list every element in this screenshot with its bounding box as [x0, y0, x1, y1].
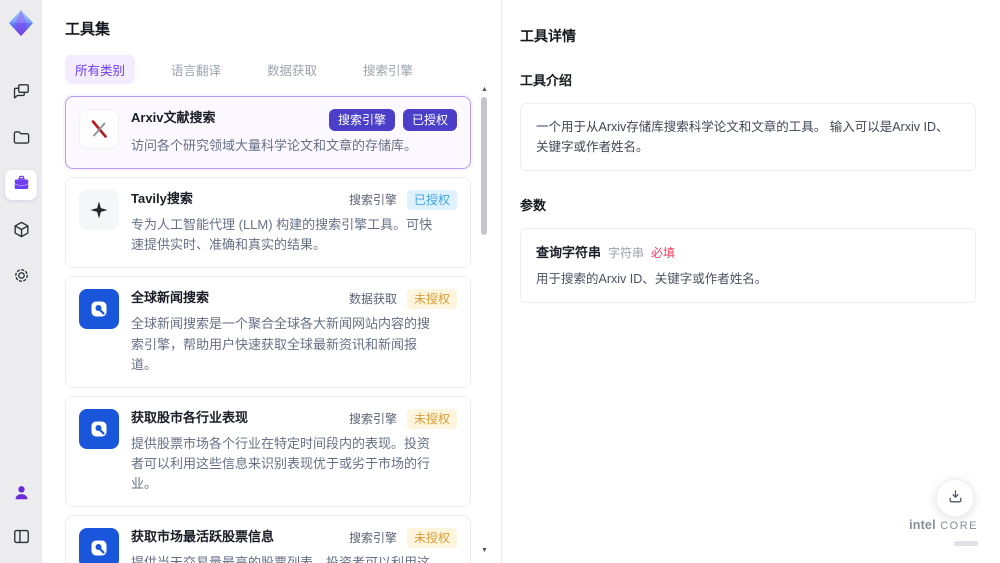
tool-badges: 数据获取 未授权 [341, 289, 457, 310]
category-badge: 搜索引擎 [328, 109, 395, 131]
tool-card-body: 获取股市各行业表现 搜索引擎 未授权提供股票市场各个行业在特定时间段内的表现。投资者… [131, 408, 457, 494]
tool-name: 获取市场最活跃股票信息 [131, 529, 275, 545]
tool-description: 提供股票市场各个行业在特定时间段内的表现。投资者可以利用这些信息来识别表现优于或… [131, 435, 431, 492]
sidebar-nav [5, 78, 37, 292]
tool-description: 提供当天交易量最高的股票列表，投资者可以利用这些信息来识别流动性强的股票和潜在的… [131, 555, 431, 563]
category-tab-0[interactable]: 所有类别 [65, 55, 136, 84]
cube-icon [12, 220, 31, 242]
params-section-title: 参数 [520, 198, 547, 213]
download-button[interactable] [936, 479, 974, 517]
tavily-star-icon [79, 190, 119, 231]
app-logo-icon [6, 8, 36, 38]
tool-description: 全球新闻搜索是一个聚合全球各大新闻网站内容的搜索引擎，帮助用户快速获取全球最新资… [131, 316, 431, 372]
tool-card-1[interactable]: Tavily搜索 搜索引擎 已授权专为人工智能代理 (LLM) 构建的搜索引擎工具。… [65, 177, 471, 269]
tool-description: 访问各个研究领域大量科学论文和文章的存储库。 [131, 138, 418, 153]
category-tab-1[interactable]: 语言翻译 [161, 55, 231, 84]
scrollbar-down-icon[interactable]: ▼ [480, 547, 489, 555]
tool-name: 获取股市各行业表现 [131, 409, 249, 425]
download-icon [947, 488, 964, 508]
tool-name: 全球新闻搜索 [131, 290, 210, 306]
auth-status-badge: 未授权 [406, 528, 457, 549]
tool-badges: 搜索引擎 已授权 [321, 109, 457, 131]
sidebar-item-account[interactable] [5, 479, 37, 509]
tool-badges: 搜索引擎 未授权 [341, 528, 457, 549]
tool-card-body: 获取市场最活跃股票信息 搜索引擎 未授权提供当天交易量最高的股票列表，投资者可以利用… [131, 528, 457, 563]
news-search-icon [79, 408, 119, 449]
category-tabs: 所有类别 语言翻译 数据获取 搜索引擎 [65, 55, 471, 84]
brand-intel: intel [909, 517, 936, 532]
brand-sub-badge [954, 541, 978, 547]
tool-detail-panel: 工具详情 工具介绍 一个用于从Arxiv存储库搜索科学论文和文章的工具。 输入可… [502, 0, 1000, 563]
auth-status-badge: 已授权 [402, 109, 457, 131]
category-badge: 搜索引擎 [348, 531, 397, 546]
gear-icon [12, 266, 31, 288]
scrollbar-thumb[interactable] [481, 97, 487, 235]
param-type: 字符串 [608, 246, 645, 260]
auth-status-badge: 未授权 [406, 289, 457, 310]
tool-name: Tavily搜索 [131, 191, 193, 207]
sidebar-item-chat[interactable] [5, 78, 37, 108]
list-scrollbar[interactable]: ▲ ▼ [480, 86, 489, 555]
sidebar-bottom [5, 479, 37, 553]
tools-panel: 工具集 所有类别 语言翻译 数据获取 搜索引擎 Arxiv文献搜索 搜索引擎 已授权 访问各… [42, 0, 502, 563]
tool-card-0[interactable]: Arxiv文献搜索 搜索引擎 已授权访问各个研究领域大量科学论文和文章的存储库。 [65, 96, 471, 170]
category-tab-3[interactable]: 搜索引擎 [353, 55, 423, 84]
tool-card-body: 全球新闻搜索 数据获取 未授权全球新闻搜索是一个聚合全球各大新闻网站内容的搜索引擎，… [131, 289, 457, 374]
page-title: 工具集 [65, 21, 111, 38]
tool-card-body: Tavily搜索 搜索引擎 已授权专为人工智能代理 (LLM) 构建的搜索引擎工具。… [131, 190, 457, 255]
tool-card-4[interactable]: 获取市场最活跃股票信息 搜索引擎 未授权提供当天交易量最高的股票列表，投资者可以利用… [65, 515, 471, 563]
tool-card-3[interactable]: 获取股市各行业表现 搜索引擎 未授权提供股票市场各个行业在特定时间段内的表现。投资者… [65, 395, 471, 508]
tool-description: 专为人工智能代理 (LLM) 构建的搜索引擎工具。可快速提供实时、准确和真实的结… [131, 217, 433, 253]
scrollbar-up-icon[interactable]: ▲ [480, 86, 489, 94]
news-search-icon [79, 289, 119, 330]
intro-text: 一个用于从Arxiv存储库搜索科学论文和文章的工具。 输入可以是Arxiv ID… [536, 120, 949, 154]
auth-status-badge: 已授权 [406, 190, 457, 211]
category-badge: 搜索引擎 [348, 411, 397, 426]
intro-section-title: 工具介绍 [520, 73, 573, 88]
param-description: 用于搜索的Arxiv ID、关键字或作者姓名。 [536, 272, 768, 286]
user-icon [12, 483, 31, 505]
param-row-0: 查询字符串 字符串 必填用于搜索的Arxiv ID、关键字或作者姓名。 [536, 242, 960, 289]
category-tab-2[interactable]: 数据获取 [257, 55, 327, 84]
sidebar-rail [0, 0, 42, 563]
tool-badges: 搜索引擎 未授权 [341, 408, 457, 429]
chat-icon [12, 82, 31, 104]
folder-icon [12, 128, 31, 150]
sidebar-item-files[interactable] [5, 124, 37, 154]
tool-list: Arxiv文献搜索 搜索引擎 已授权 访问各个研究领域大量科学论文和文章的存储库。 Ta… [65, 96, 471, 563]
category-badge: 搜索引擎 [348, 193, 397, 208]
param-required-flag: 必填 [651, 246, 676, 260]
params-box: 查询字符串 字符串 必填用于搜索的Arxiv ID、关键字或作者姓名。 [520, 228, 976, 303]
tool-name: Arxiv文献搜索 [131, 110, 216, 125]
sidebar-item-collapse[interactable] [5, 523, 37, 553]
detail-title: 工具详情 [520, 28, 576, 44]
sidebar-item-packages[interactable] [5, 216, 37, 246]
param-name: 查询字符串 [536, 245, 602, 260]
tool-badges: 搜索引擎 已授权 [341, 190, 457, 211]
arxiv-logo-icon [79, 109, 119, 149]
category-badge: 数据获取 [348, 292, 397, 307]
sidebar-item-settings[interactable] [5, 262, 37, 292]
tool-card-2[interactable]: 全球新闻搜索 数据获取 未授权全球新闻搜索是一个聚合全球各大新闻网站内容的搜索引擎，… [65, 276, 471, 388]
intel-core-logo: intel CORE [909, 516, 978, 551]
news-search-icon [79, 528, 119, 563]
auth-status-badge: 未授权 [406, 408, 457, 429]
sidebar-item-tools[interactable] [5, 170, 37, 200]
briefcase-icon [12, 174, 31, 196]
panel-toggle-icon [12, 527, 31, 549]
brand-core: CORE [940, 519, 978, 532]
tool-intro-box: 一个用于从Arxiv存储库搜索科学论文和文章的工具。 输入可以是Arxiv ID… [520, 103, 976, 171]
app-window: 工具集 所有类别 语言翻译 数据获取 搜索引擎 Arxiv文献搜索 搜索引擎 已授权 访问各… [0, 0, 1000, 563]
tool-card-body: Arxiv文献搜索 搜索引擎 已授权访问各个研究领域大量科学论文和文章的存储库。 [131, 109, 457, 156]
